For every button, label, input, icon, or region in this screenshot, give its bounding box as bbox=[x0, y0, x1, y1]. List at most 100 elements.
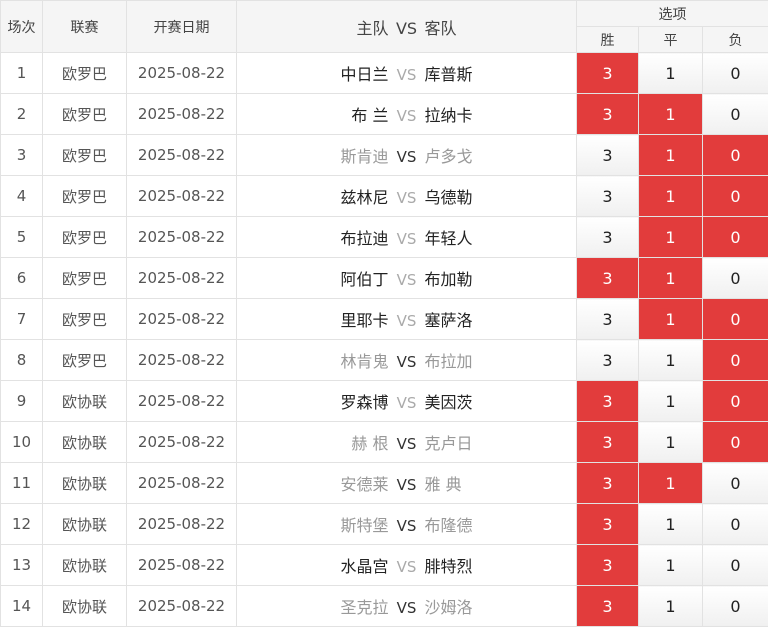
header-vs: VS bbox=[395, 18, 418, 38]
vs-label: VS bbox=[396, 394, 417, 412]
option-draw-button[interactable]: 1 bbox=[638, 544, 703, 586]
header-draw: 平 bbox=[638, 26, 703, 53]
option-lose-button[interactable]: 0 bbox=[701, 585, 768, 627]
option-win-button[interactable]: 3 bbox=[576, 339, 639, 381]
away-team: 布隆德 bbox=[424, 516, 473, 535]
vs-label: VS bbox=[396, 230, 417, 248]
away-team: 布拉加 bbox=[424, 352, 473, 371]
match-index: 1 bbox=[0, 52, 43, 94]
vs-label: VS bbox=[396, 435, 417, 453]
match-index: 6 bbox=[0, 257, 43, 299]
option-draw-button[interactable]: 1 bbox=[638, 134, 703, 176]
option-draw-button[interactable]: 1 bbox=[638, 93, 703, 135]
match-index: 4 bbox=[0, 175, 43, 217]
option-lose-button[interactable]: 0 bbox=[701, 134, 768, 176]
option-lose-button[interactable]: 0 bbox=[701, 216, 768, 258]
match-date: 2025-08-22 bbox=[126, 257, 237, 299]
match-date: 2025-08-22 bbox=[126, 134, 237, 176]
header-index: 场次 bbox=[0, 0, 43, 53]
match-date: 2025-08-22 bbox=[126, 52, 237, 94]
home-team: 斯肯迪 bbox=[340, 147, 389, 166]
table-row: 10 欧协联 2025-08-22 赫 根 VS 克卢日 3 1 0 bbox=[0, 421, 768, 463]
table-row: 6 欧罗巴 2025-08-22 阿伯丁 VS 布加勒 3 1 0 bbox=[0, 257, 768, 299]
option-win-button[interactable]: 3 bbox=[576, 93, 639, 135]
match-teams: 圣克拉 VS 沙姆洛 bbox=[236, 585, 577, 627]
option-draw-button[interactable]: 1 bbox=[638, 339, 703, 381]
option-draw-button[interactable]: 1 bbox=[638, 421, 703, 463]
away-team: 塞萨洛 bbox=[424, 311, 473, 330]
match-teams: 布拉迪 VS 年轻人 bbox=[236, 216, 577, 258]
option-win-button[interactable]: 3 bbox=[576, 298, 639, 340]
option-draw-button[interactable]: 1 bbox=[638, 52, 703, 94]
option-lose-button[interactable]: 0 bbox=[701, 257, 768, 299]
league-name: 欧罗巴 bbox=[42, 134, 127, 176]
option-win-button[interactable]: 3 bbox=[576, 52, 639, 94]
match-date: 2025-08-22 bbox=[126, 380, 237, 422]
option-win-button[interactable]: 3 bbox=[576, 503, 639, 545]
league-name: 欧罗巴 bbox=[42, 339, 127, 381]
home-team: 斯特堡 bbox=[340, 516, 389, 535]
table-row: 9 欧协联 2025-08-22 罗森博 VS 美因茨 3 1 0 bbox=[0, 380, 768, 422]
vs-label: VS bbox=[396, 271, 417, 289]
match-index: 13 bbox=[0, 544, 43, 586]
match-date: 2025-08-22 bbox=[126, 175, 237, 217]
option-win-button[interactable]: 3 bbox=[576, 216, 639, 258]
option-win-button[interactable]: 3 bbox=[576, 380, 639, 422]
table-row: 7 欧罗巴 2025-08-22 里耶卡 VS 塞萨洛 3 1 0 bbox=[0, 298, 768, 340]
option-win-button[interactable]: 3 bbox=[576, 585, 639, 627]
option-win-button[interactable]: 3 bbox=[576, 421, 639, 463]
header-league: 联赛 bbox=[42, 0, 127, 53]
option-lose-button[interactable]: 0 bbox=[701, 52, 768, 94]
option-win-button[interactable]: 3 bbox=[576, 462, 639, 504]
match-index: 11 bbox=[0, 462, 43, 504]
home-team: 赫 根 bbox=[351, 434, 389, 453]
league-name: 欧罗巴 bbox=[42, 175, 127, 217]
match-teams: 斯特堡 VS 布隆德 bbox=[236, 503, 577, 545]
option-draw-button[interactable]: 1 bbox=[638, 462, 703, 504]
option-lose-button[interactable]: 0 bbox=[701, 298, 768, 340]
header-date: 开赛日期 bbox=[126, 0, 237, 53]
option-win-button[interactable]: 3 bbox=[576, 134, 639, 176]
option-lose-button[interactable]: 0 bbox=[701, 93, 768, 135]
vs-label: VS bbox=[396, 189, 417, 207]
vs-label: VS bbox=[396, 517, 417, 535]
match-teams: 林肯鬼 VS 布拉加 bbox=[236, 339, 577, 381]
option-draw-button[interactable]: 1 bbox=[638, 585, 703, 627]
option-lose-button[interactable]: 0 bbox=[701, 421, 768, 463]
away-team: 雅 典 bbox=[424, 475, 462, 494]
home-team: 安德莱 bbox=[340, 475, 389, 494]
option-win-button[interactable]: 3 bbox=[576, 257, 639, 299]
home-team: 里耶卡 bbox=[340, 311, 389, 330]
match-date: 2025-08-22 bbox=[126, 298, 237, 340]
option-draw-button[interactable]: 1 bbox=[638, 175, 703, 217]
option-lose-button[interactable]: 0 bbox=[701, 503, 768, 545]
option-lose-button[interactable]: 0 bbox=[701, 544, 768, 586]
home-team: 阿伯丁 bbox=[340, 270, 389, 289]
option-win-button[interactable]: 3 bbox=[576, 544, 639, 586]
league-name: 欧罗巴 bbox=[42, 216, 127, 258]
option-draw-button[interactable]: 1 bbox=[638, 257, 703, 299]
table-row: 1 欧罗巴 2025-08-22 中日兰 VS 库普斯 3 1 0 bbox=[0, 52, 768, 94]
option-draw-button[interactable]: 1 bbox=[638, 380, 703, 422]
vs-label: VS bbox=[396, 107, 417, 125]
option-lose-button[interactable]: 0 bbox=[701, 462, 768, 504]
option-lose-button[interactable]: 0 bbox=[701, 339, 768, 381]
table-row: 14 欧协联 2025-08-22 圣克拉 VS 沙姆洛 3 1 0 bbox=[0, 585, 768, 627]
option-draw-button[interactable]: 1 bbox=[638, 298, 703, 340]
league-name: 欧罗巴 bbox=[42, 257, 127, 299]
match-date: 2025-08-22 bbox=[126, 585, 237, 627]
match-date: 2025-08-22 bbox=[126, 544, 237, 586]
option-lose-button[interactable]: 0 bbox=[701, 175, 768, 217]
header-lose: 负 bbox=[701, 26, 768, 53]
option-lose-button[interactable]: 0 bbox=[701, 380, 768, 422]
match-index: 10 bbox=[0, 421, 43, 463]
league-name: 欧罗巴 bbox=[42, 93, 127, 135]
option-win-button[interactable]: 3 bbox=[576, 175, 639, 217]
league-name: 欧协联 bbox=[42, 380, 127, 422]
away-team: 克卢日 bbox=[424, 434, 473, 453]
header-win: 胜 bbox=[576, 26, 639, 53]
option-draw-button[interactable]: 1 bbox=[638, 216, 703, 258]
option-draw-button[interactable]: 1 bbox=[638, 503, 703, 545]
match-teams: 中日兰 VS 库普斯 bbox=[236, 52, 577, 94]
vs-label: VS bbox=[396, 148, 417, 166]
